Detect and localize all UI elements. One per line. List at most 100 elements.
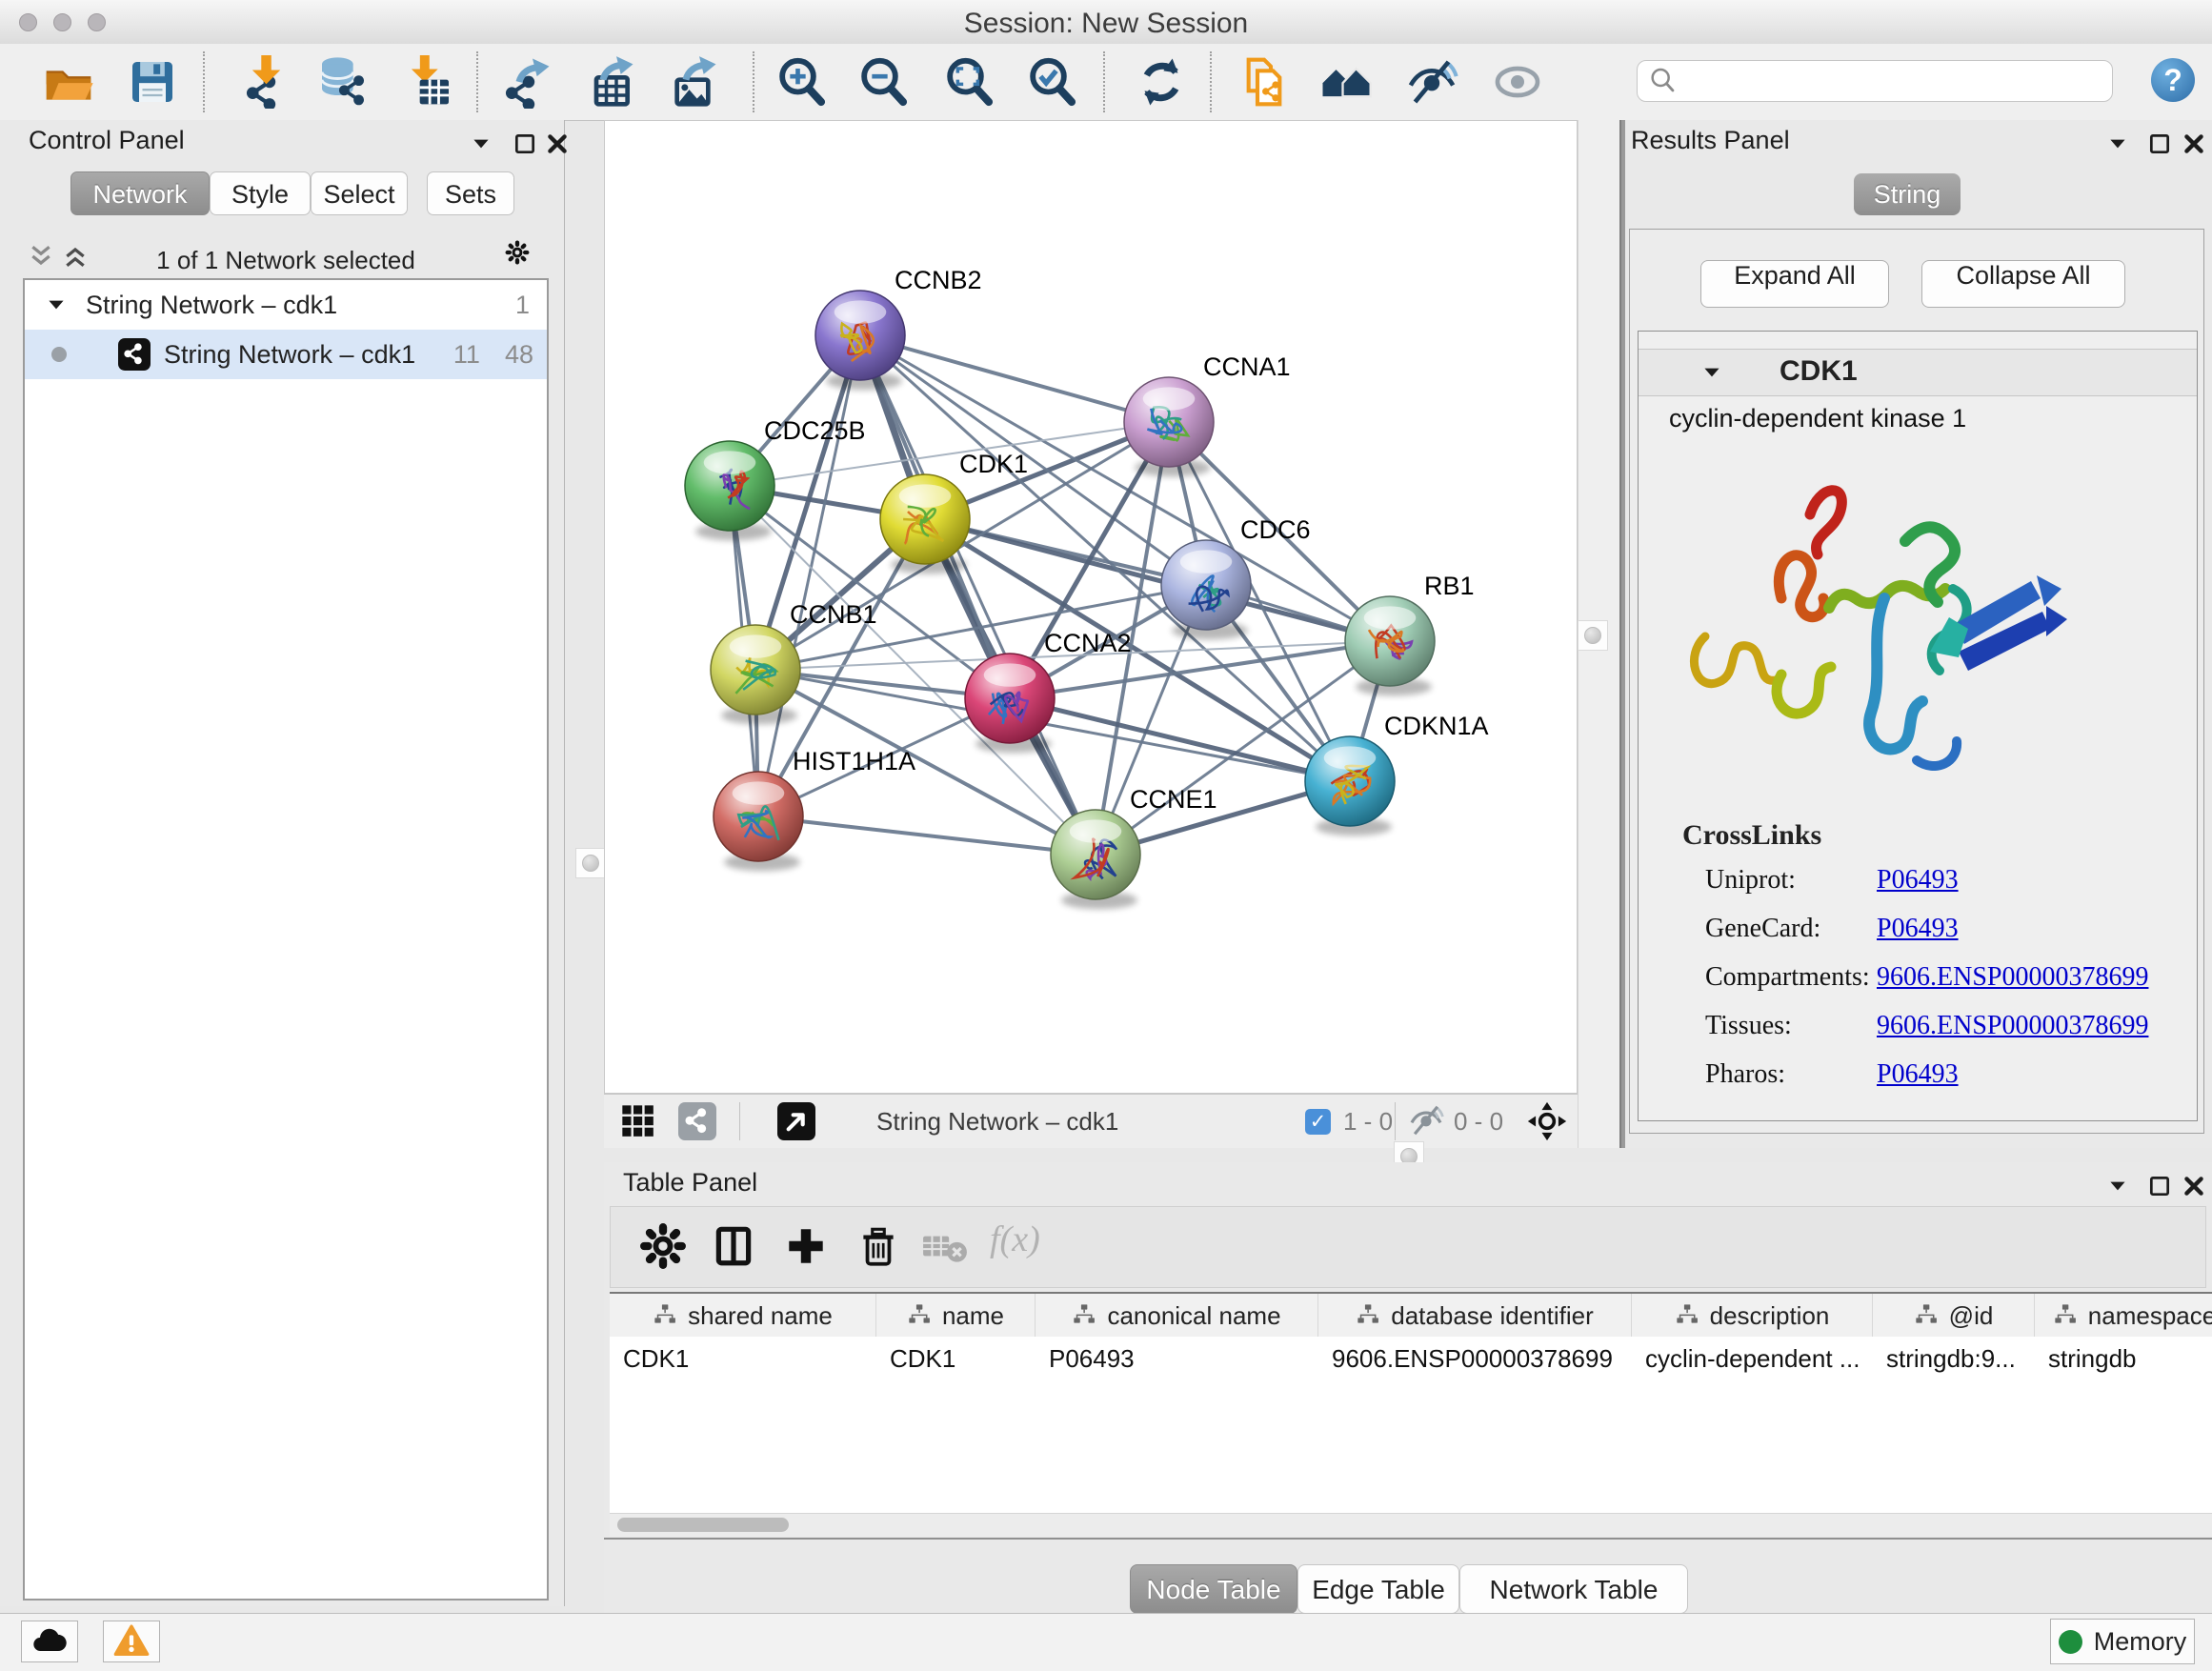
column-header-description[interactable]: description [1632,1294,1873,1338]
import-table-icon[interactable] [402,55,455,109]
expand-all-button[interactable]: Expand All [1700,260,1889,308]
network-node-HIST1H1A[interactable] [714,772,803,871]
zoom-selected-icon[interactable] [1025,55,1078,109]
tab-sets[interactable]: Sets [427,171,514,215]
right-splitter-handle[interactable] [1578,620,1608,651]
column-header-shared-name[interactable]: shared name [610,1294,876,1338]
table-panel-menu-icon[interactable] [2105,1174,2130,1198]
export-table-icon[interactable] [583,55,636,109]
network-node-CCNE1[interactable] [1051,810,1140,909]
grid-view-icon[interactable] [619,1102,657,1140]
network-node-CDC6[interactable] [1161,540,1251,639]
control-panel-menu-icon[interactable] [469,131,493,156]
delete-column-icon[interactable] [855,1222,902,1270]
tab-style[interactable]: Style [210,171,311,215]
network-selection-status: 1 of 1 Network selected [105,246,467,275]
results-panel-menu-icon[interactable] [2105,131,2130,156]
table-cell-canonical-name[interactable]: P06493 [1049,1337,1317,1380]
network-edge[interactable] [758,816,1096,855]
protein-header-row[interactable]: CDK1 [1639,349,2197,396]
control-panel-float-icon[interactable] [513,131,537,156]
tab-network[interactable]: Network [70,171,210,215]
crosslink-link[interactable]: 9606.ENSP00000378699 [1877,962,2148,992]
collection-expand-icon[interactable] [44,292,69,317]
network-node-CCNB2[interactable] [815,291,905,390]
open-file-icon[interactable] [42,55,95,109]
expand-all-networks-icon[interactable] [63,244,91,272]
network-node-CCNA1[interactable] [1124,377,1214,476]
network-node-CCNA2[interactable] [965,654,1055,753]
crosslink-link[interactable]: P06493 [1877,1059,1959,1089]
cloud-status-button[interactable] [21,1621,78,1662]
memory-button[interactable]: Memory [2050,1619,2195,1664]
export-network-icon[interactable] [499,55,553,109]
table-cell-shared-name[interactable]: CDK1 [623,1337,875,1380]
network-row-selected[interactable]: String Network – cdk1 11 48 [25,330,547,379]
protein-collapse-icon[interactable] [1699,360,1724,385]
network-edge[interactable] [758,335,860,816]
network-edge[interactable] [860,335,1096,855]
collapse-all-networks-icon[interactable] [29,244,57,272]
table-panel-close-icon[interactable] [2182,1174,2206,1198]
birdseye-navigator-icon[interactable] [1526,1100,1568,1142]
copy-documents-icon[interactable] [1237,55,1291,109]
help-button[interactable]: ? [2151,58,2195,102]
warning-status-button[interactable] [103,1621,160,1662]
detach-view-icon[interactable] [777,1102,815,1140]
table-cell-name[interactable]: CDK1 [890,1337,1034,1380]
network-node-RB1[interactable] [1345,596,1435,695]
tab-select[interactable]: Select [311,171,408,215]
column-header-canonical-name[interactable]: canonical name [1036,1294,1318,1338]
zoom-in-icon[interactable] [774,55,828,109]
zoom-out-icon[interactable] [856,55,910,109]
selected-checkbox-icon[interactable]: ✓ [1305,1109,1331,1135]
tab-string[interactable]: String [1854,173,1961,215]
network-node-CDC25B[interactable] [685,441,774,540]
network-node-CCNB1[interactable] [711,625,800,724]
table-cell-database-identifier[interactable]: 9606.ENSP00000378699 [1332,1337,1630,1380]
network-node-CDK1[interactable] [880,474,970,574]
network-view-icon[interactable] [678,1102,716,1140]
save-session-icon[interactable] [126,55,179,109]
show-columns-icon[interactable] [710,1222,757,1270]
import-network-icon[interactable] [233,55,287,109]
network-collection-row[interactable]: String Network – cdk1 1 [25,280,547,330]
network-edge[interactable] [925,519,1390,641]
export-image-icon[interactable] [666,55,719,109]
tab-network-table[interactable]: Network Table [1459,1564,1688,1614]
scrollbar-thumb[interactable] [617,1518,789,1532]
control-panel-close-icon[interactable] [545,131,570,156]
network-node-CDKN1A[interactable] [1305,736,1395,836]
import-network-from-database-icon[interactable] [315,55,369,109]
crosslink-link[interactable]: 9606.ENSP00000378699 [1877,1011,2148,1040]
apply-layout-icon[interactable] [1135,55,1188,109]
column-header-namespace[interactable]: namespace [2035,1294,2212,1338]
column-header-database-identifier[interactable]: database identifier [1318,1294,1632,1338]
results-panel-close-icon[interactable] [2182,131,2206,156]
hide-glass-icon[interactable] [1405,55,1458,109]
search-input[interactable] [1679,66,2102,97]
delete-table-icon [921,1222,969,1270]
table-options-gear-icon[interactable] [639,1222,687,1270]
show-glass-icon[interactable] [1491,55,1544,109]
results-panel-float-icon[interactable] [2147,131,2172,156]
column-header-name[interactable]: name [876,1294,1036,1338]
table-cell-description[interactable]: cyclin-dependent ... [1645,1337,1871,1380]
table-horizontal-scrollbar[interactable] [610,1513,2212,1537]
tab-edge-table[interactable]: Edge Table [1297,1564,1459,1614]
collapse-all-button[interactable]: Collapse All [1921,260,2125,308]
toolbar-separator [203,51,205,112]
network-options-gear-icon[interactable] [505,240,541,276]
crosslink-link[interactable]: P06493 [1877,914,1959,943]
column-header-id[interactable]: @id [1873,1294,2035,1338]
zoom-fit-content-icon[interactable] [942,55,995,109]
table-panel-float-icon[interactable] [2147,1174,2172,1198]
crosslink-link[interactable]: P06493 [1877,865,1959,895]
tab-node-table[interactable]: Node Table [1130,1564,1297,1614]
string-home-icon[interactable] [1319,55,1373,109]
add-column-icon[interactable] [782,1222,830,1270]
left-splitter-handle[interactable] [575,848,606,878]
table-cell-namespace[interactable]: stringdb [2048,1337,2212,1380]
crosslinks-title: CrossLinks [1682,819,1821,852]
table-cell-id[interactable]: stringdb:9... [1886,1337,2033,1380]
